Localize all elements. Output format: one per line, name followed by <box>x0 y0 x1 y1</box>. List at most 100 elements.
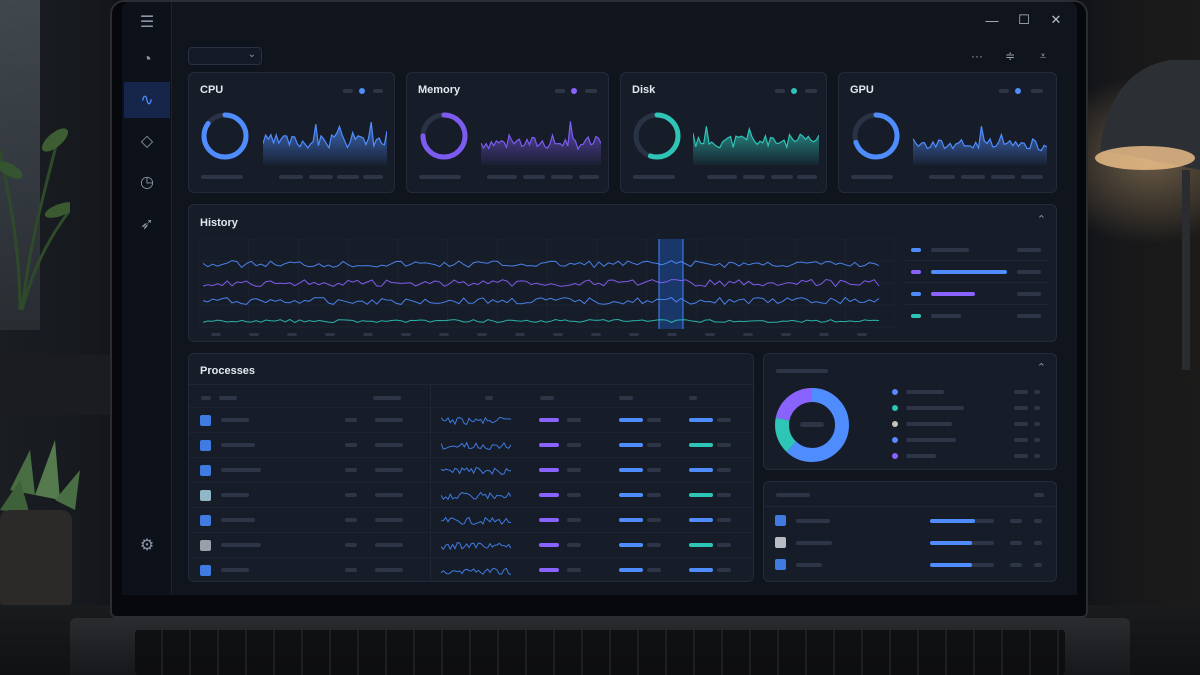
x-tick <box>629 333 639 336</box>
x-tick <box>477 333 487 336</box>
usage-bar <box>689 568 713 572</box>
x-tick <box>743 333 753 336</box>
x-tick <box>705 333 715 336</box>
usage-bar <box>689 443 713 447</box>
memory-sparkline <box>481 121 601 165</box>
collapse-icon[interactable]: ⌃ <box>1037 213 1046 226</box>
x-tick <box>363 333 373 336</box>
device-usage-bar <box>930 541 972 545</box>
memory-ring <box>420 112 468 160</box>
x-tick <box>401 333 411 336</box>
table-row[interactable] <box>189 507 753 532</box>
cpu-card[interactable]: CPU <box>188 72 395 193</box>
process-icon <box>200 540 211 551</box>
usage-donut[interactable] <box>774 387 850 463</box>
disk-card[interactable]: Disk <box>620 72 827 193</box>
cpu-ring <box>201 112 249 160</box>
legend-dot <box>892 421 898 427</box>
legend-item[interactable] <box>892 434 1052 446</box>
device-row[interactable] <box>764 555 1058 575</box>
filter-icon[interactable]: ⩡ <box>1032 46 1054 66</box>
legend-item[interactable] <box>892 418 1052 430</box>
donut-legend <box>892 386 1052 466</box>
gpu-sparkline <box>913 126 1047 165</box>
memory-card[interactable]: Memory <box>406 72 609 193</box>
usage-bar <box>689 468 713 472</box>
menu-icon[interactable]: ☰ <box>124 4 170 40</box>
usage-bar <box>539 518 559 522</box>
view-select[interactable]: ⌄ <box>188 47 262 65</box>
legend-row[interactable] <box>905 283 1049 305</box>
more-icon[interactable]: ··· <box>966 46 988 66</box>
disk-sparkline <box>693 126 819 165</box>
legend-item[interactable] <box>892 402 1052 414</box>
gpu-ring <box>852 112 900 160</box>
disk-ring <box>633 112 681 160</box>
legend-dot <box>892 453 898 459</box>
plant-bottom <box>0 440 80 610</box>
rocket-icon[interactable]: ➶ <box>124 206 170 242</box>
table-row[interactable] <box>189 482 753 507</box>
gpu-card[interactable]: GPU <box>838 72 1057 193</box>
history-series-line <box>202 296 880 305</box>
cpu-sparkline <box>263 122 387 165</box>
usage-bar <box>619 493 643 497</box>
table-row[interactable] <box>189 432 753 457</box>
device-row[interactable] <box>764 533 1058 553</box>
usage-bar <box>689 518 713 522</box>
titlebar <box>172 2 1077 38</box>
sidebar: ☰ ◔ ∿ ◇ ◷ ➶ ⚙ <box>122 2 172 595</box>
table-row[interactable] <box>189 407 753 432</box>
sparkline-area <box>263 122 387 165</box>
processes-panel: Processes <box>188 353 754 582</box>
x-tick <box>553 333 563 336</box>
table-row[interactable] <box>189 532 753 557</box>
collapse-icon[interactable]: ⌃ <box>1037 361 1046 374</box>
x-tick <box>857 333 867 336</box>
legend-item[interactable] <box>892 450 1052 462</box>
table-row[interactable] <box>189 457 753 482</box>
legend-row[interactable] <box>905 305 1049 327</box>
usage-bar <box>539 543 559 547</box>
history-series-line <box>202 318 880 324</box>
x-tick <box>819 333 829 336</box>
legend-row[interactable] <box>905 239 1049 261</box>
plant-top <box>0 128 70 310</box>
time-range-selection <box>659 239 683 329</box>
process-sparkline <box>441 567 511 575</box>
maximize-button[interactable]: ☐ <box>1013 10 1035 30</box>
speedometer-icon[interactable]: ◔ <box>124 42 170 78</box>
activity-icon[interactable]: ∿ <box>124 82 170 118</box>
card-title: Memory <box>418 84 461 96</box>
status-dot <box>791 88 797 94</box>
layers-icon[interactable]: ◇ <box>124 123 170 159</box>
usage-breakdown-panel: ⌃ <box>763 353 1057 470</box>
usage-bar <box>619 468 643 472</box>
app-window: ☰ ◔ ∿ ◇ ◷ ➶ ⚙ — ☐ ✕ ⌄ ··· ≑ ⩡ CPU Memory <box>122 2 1077 595</box>
card-title: GPU <box>850 84 874 96</box>
legend-row[interactable] <box>905 261 1049 283</box>
x-tick <box>325 333 335 336</box>
x-tick <box>781 333 791 336</box>
x-tick <box>439 333 449 336</box>
devices-panel <box>763 481 1057 582</box>
settings-icon[interactable]: ⚙ <box>124 527 170 563</box>
process-icon <box>200 565 211 576</box>
legend-item[interactable] <box>892 386 1052 398</box>
process-sparkline <box>441 516 511 526</box>
x-tick <box>591 333 601 336</box>
x-tick <box>287 333 297 336</box>
close-button[interactable]: ✕ <box>1045 10 1067 30</box>
process-sparkline <box>441 416 511 426</box>
history-legend <box>905 239 1049 319</box>
minimize-button[interactable]: — <box>981 10 1003 30</box>
device-row[interactable] <box>764 511 1058 531</box>
usage-bar <box>619 543 643 547</box>
process-sparkline <box>441 467 511 475</box>
clock-icon[interactable]: ◷ <box>124 164 170 200</box>
history-chart[interactable] <box>199 239 895 339</box>
status-dot <box>571 88 577 94</box>
network-icon[interactable]: ≑ <box>999 46 1021 66</box>
table-row[interactable] <box>189 557 753 582</box>
process-icon <box>200 515 211 526</box>
